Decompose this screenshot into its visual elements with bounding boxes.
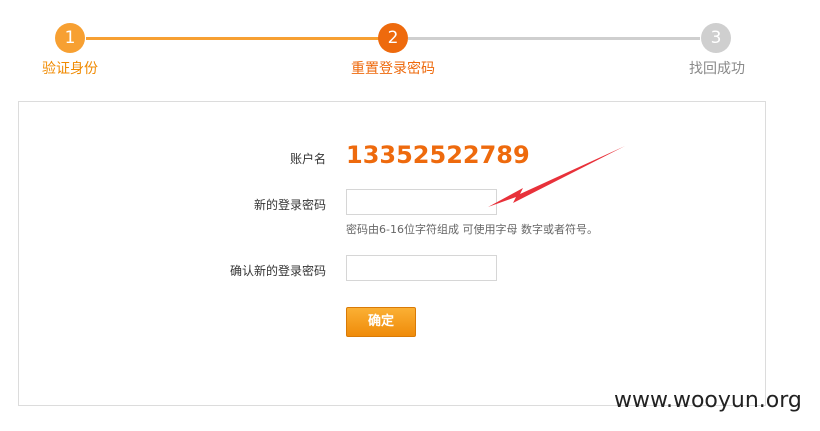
account-value: 13352522789 bbox=[346, 141, 530, 169]
new-password-label: 新的登录密码 bbox=[253, 198, 326, 212]
step-3-circle: 3 bbox=[701, 23, 731, 53]
step-2-label: 重置登录密码 bbox=[351, 61, 435, 77]
confirm-button[interactable]: 确定 bbox=[346, 307, 416, 337]
step-connector-done bbox=[86, 37, 380, 40]
new-password-input[interactable] bbox=[346, 189, 497, 215]
password-hint: 密码由6-16位字符组成 可使用字母 数字或者符号。 bbox=[346, 223, 598, 236]
confirm-password-input[interactable] bbox=[346, 255, 497, 281]
step-connector-pending bbox=[408, 37, 700, 40]
step-1-circle: 1 bbox=[55, 23, 85, 53]
step-3-label: 找回成功 bbox=[689, 61, 745, 77]
step-1-label: 验证身份 bbox=[42, 61, 98, 77]
confirm-password-label: 确认新的登录密码 bbox=[229, 264, 326, 278]
watermark: www.wooyun.org bbox=[614, 388, 802, 413]
account-label: 账户名 bbox=[289, 152, 326, 166]
progress-steps: 1 2 3 验证身份 重置登录密码 找回成功 bbox=[0, 0, 820, 90]
step-2-circle: 2 bbox=[378, 23, 408, 53]
